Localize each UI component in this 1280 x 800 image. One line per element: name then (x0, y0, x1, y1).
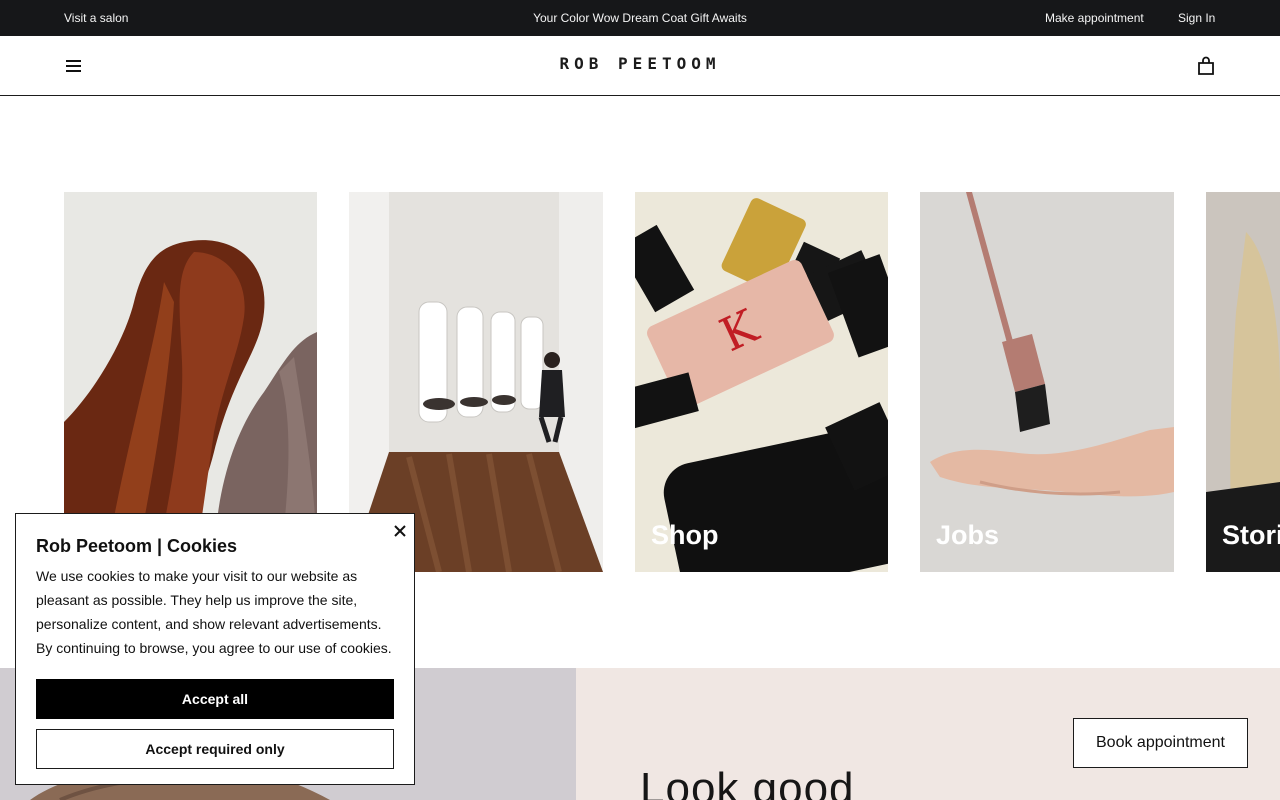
tile-jobs[interactable]: Jobs (920, 192, 1174, 572)
blonde-portrait-image (1206, 192, 1280, 572)
visit-salon-link[interactable]: Visit a salon (64, 11, 128, 25)
tile-shop[interactable]: K Shop (635, 192, 888, 572)
make-appointment-link[interactable]: Make appointment (1045, 11, 1144, 25)
tile-label: Jobs (936, 520, 1000, 550)
tile-label: Shop (651, 520, 719, 550)
shopping-bag-icon[interactable] (1196, 56, 1216, 76)
book-appointment-button[interactable]: Book appointment (1073, 718, 1248, 768)
section-headline: Look good (640, 764, 855, 800)
tint-brush-hand-image (920, 192, 1174, 572)
hamburger-menu-icon[interactable] (64, 58, 83, 74)
tile-stories[interactable]: Stori (1206, 192, 1280, 572)
accept-required-button[interactable]: Accept required only (36, 729, 394, 769)
accept-all-button[interactable]: Accept all (36, 679, 394, 719)
cookie-dialog: Rob Peetoom | Cookies We use cookies to … (15, 513, 415, 785)
kerastase-products-image: K (635, 192, 888, 572)
announcement-bar: Visit a salon Your Color Wow Dream Coat … (0, 0, 1280, 36)
promo-link[interactable]: Your Color Wow Dream Coat Gift Awaits (533, 11, 747, 25)
brand-logo[interactable]: ROB PEETOOM (520, 54, 760, 73)
look-good-panel: Book appointment Look good (576, 668, 1280, 800)
tile-label: Stori (1222, 520, 1280, 550)
sign-in-link[interactable]: Sign In (1178, 11, 1215, 25)
site-header: ROB PEETOOM (0, 36, 1280, 96)
close-icon[interactable] (390, 521, 410, 541)
cookie-title: Rob Peetoom | Cookies (36, 536, 238, 556)
cookie-text: We use cookies to make your visit to our… (36, 568, 392, 656)
